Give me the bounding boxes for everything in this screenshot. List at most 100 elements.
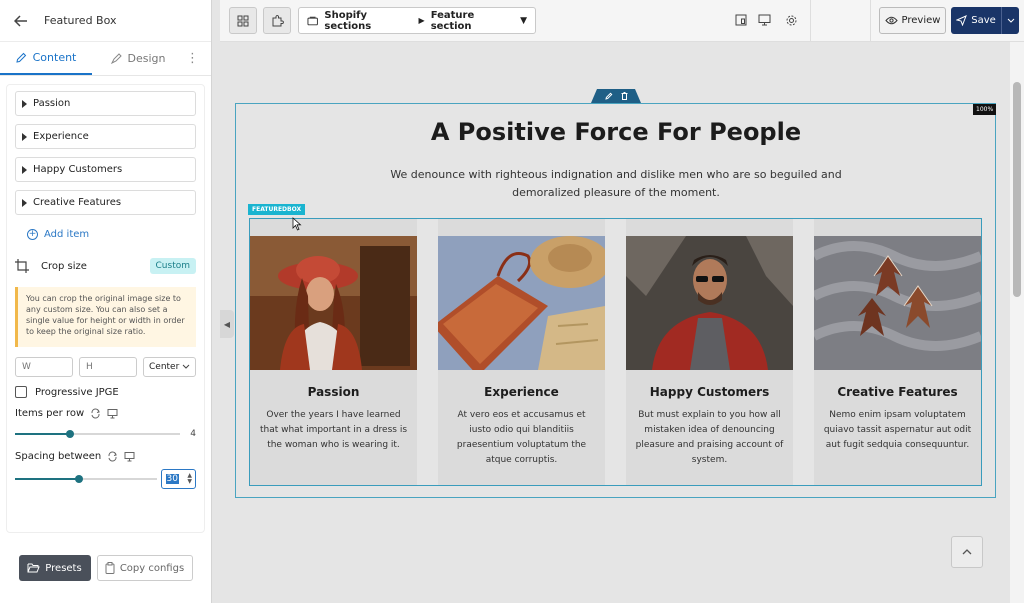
save-dropdown-arrow-icon[interactable] <box>1001 7 1019 34</box>
accordion-item-experience[interactable]: Experience <box>15 124 196 149</box>
slider-thumb[interactable] <box>74 475 83 483</box>
slider-fill <box>15 478 79 480</box>
align-select-value: Center <box>149 362 180 372</box>
edit-icon[interactable] <box>604 92 613 100</box>
crop-custom-button[interactable]: Custom <box>149 258 196 274</box>
preview-button[interactable]: Preview <box>879 7 946 34</box>
folder-open-icon <box>27 563 41 573</box>
save-main[interactable]: Save <box>951 15 1001 26</box>
grid-view-button[interactable] <box>229 7 257 34</box>
card-title: Happy Customers <box>649 385 770 399</box>
toolbar-divider <box>870 0 871 42</box>
feature-card[interactable]: Creative Features Nemo enim ipsam volupt… <box>814 219 981 485</box>
feature-card[interactable]: Passion Over the years I have learned th… <box>250 219 417 485</box>
scroll-thumb[interactable] <box>1013 82 1021 297</box>
spacing-label: Spacing between <box>15 451 102 462</box>
mouse-cursor-icon <box>292 217 302 231</box>
spacing-control: 30 ▲ ▼ <box>15 468 196 490</box>
crop-info-note: You can crop the original image size to … <box>15 287 196 347</box>
accordion-item-label: Happy Customers <box>33 164 123 175</box>
spacing-number-input[interactable]: 30 ▲ ▼ <box>160 469 196 489</box>
card-text: Nemo enim ipsam voluptatem quiavo tassit… <box>823 410 972 450</box>
tab-content[interactable]: Content <box>0 42 92 75</box>
feature-card[interactable]: Happy Customers But must explain to you … <box>626 219 793 485</box>
align-select[interactable]: Center <box>143 357 196 377</box>
section-breadcrumb-select[interactable]: Shopify sections ▶ Feature section ▼ <box>298 7 536 34</box>
chevron-up-icon <box>962 549 972 555</box>
desktop-icon[interactable] <box>124 451 135 462</box>
card-title: Experience <box>484 385 559 399</box>
presets-button[interactable]: Presets <box>18 555 91 581</box>
accordion-item-happy-customers[interactable]: Happy Customers <box>15 157 196 182</box>
spacing-label-row: Spacing between <box>15 451 196 462</box>
sync-icon[interactable] <box>107 451 118 462</box>
items-per-row-control: 4 <box>15 427 196 441</box>
tab-design[interactable]: Design <box>92 42 184 75</box>
top-toolbar: Shopify sections ▶ Feature section ▼ Pre… <box>220 0 1024 42</box>
back-arrow-icon[interactable] <box>12 12 30 30</box>
spacing-slider[interactable] <box>15 472 157 486</box>
items-per-row-label: Items per row <box>15 408 85 419</box>
card-title: Creative Features <box>837 385 958 399</box>
caret-right-icon <box>22 99 27 108</box>
trash-icon[interactable] <box>621 92 628 100</box>
send-icon <box>956 15 968 26</box>
feature-card[interactable]: Experience At vero eos et accusamus et i… <box>438 219 605 485</box>
panel-tabs: Content Design ⋮ <box>0 42 211 76</box>
sync-icon[interactable] <box>90 408 101 419</box>
preview-label: Preview <box>901 15 941 26</box>
copy-configs-button[interactable]: Copy configs <box>96 555 193 581</box>
slider-fill <box>15 433 70 435</box>
chevron-down-icon <box>182 364 190 369</box>
section-icon <box>307 16 318 25</box>
scroll-to-top-button[interactable] <box>951 536 983 568</box>
featuredbox-label[interactable]: FEATUREDBOX <box>248 204 306 215</box>
accordion-item-label: Experience <box>33 131 89 142</box>
height-input[interactable] <box>79 357 137 377</box>
crop-size-row: Crop size Custom <box>15 255 196 277</box>
accordion-item-passion[interactable]: Passion <box>15 91 196 116</box>
puzzle-icon <box>272 15 284 27</box>
panel-header: Featured Box <box>0 0 211 42</box>
presets-label: Presets <box>45 562 82 574</box>
save-button[interactable]: Save <box>951 7 1019 34</box>
caret-right-icon <box>22 165 27 174</box>
card-text: At vero eos et accusamus et iusto odio q… <box>456 410 587 465</box>
breadcrumb-current: Feature section <box>430 9 475 32</box>
brush-icon <box>110 53 122 64</box>
gear-icon[interactable] <box>783 12 799 28</box>
width-input[interactable] <box>15 357 73 377</box>
add-element-button[interactable] <box>263 7 291 34</box>
card-image-man-sunglasses <box>626 236 793 370</box>
desktop-view-icon[interactable] <box>756 12 772 28</box>
spinner-arrows-icon[interactable]: ▲ ▼ <box>187 473 192 485</box>
collapse-panel-handle[interactable]: ◀ <box>220 310 234 338</box>
more-options-icon[interactable]: ⋮ <box>184 42 211 75</box>
caret-right-icon <box>22 198 27 207</box>
items-per-row-slider[interactable] <box>15 427 181 441</box>
accordion-item-creative-features[interactable]: Creative Features <box>15 190 196 215</box>
spacing-number-value: 30 <box>165 474 179 484</box>
canvas-scrollbar[interactable] <box>1010 42 1024 603</box>
grid-icon <box>237 15 249 26</box>
slider-thumb[interactable] <box>65 430 74 438</box>
add-item-label: Add item <box>44 228 90 240</box>
copy-configs-label: Copy configs <box>119 562 185 574</box>
accordion-item-label: Creative Features <box>33 197 122 208</box>
section-description: We denounce with righteous indignation a… <box>390 168 842 199</box>
card-title: Passion <box>307 385 360 399</box>
tablet-view-icon[interactable] <box>733 12 749 28</box>
dropdown-arrow-icon: ▼ <box>520 15 527 26</box>
content-settings: Passion Experience Happy Customers Creat… <box>6 84 205 533</box>
toolbar-divider <box>810 0 811 42</box>
clipboard-icon <box>105 562 115 574</box>
section-tools <box>591 89 641 103</box>
breadcrumb-separator-icon: ▶ <box>418 16 425 25</box>
settings-panel: Featured Box Content Design ⋮ Passion Ex… <box>0 0 212 603</box>
progressive-checkbox[interactable] <box>15 386 27 398</box>
card-image-clutch-hat <box>438 236 605 370</box>
add-item-button[interactable]: + Add item <box>15 223 196 245</box>
items-per-row-value: 4 <box>190 429 196 439</box>
tab-design-label: Design <box>127 52 166 65</box>
desktop-icon[interactable] <box>107 408 118 419</box>
